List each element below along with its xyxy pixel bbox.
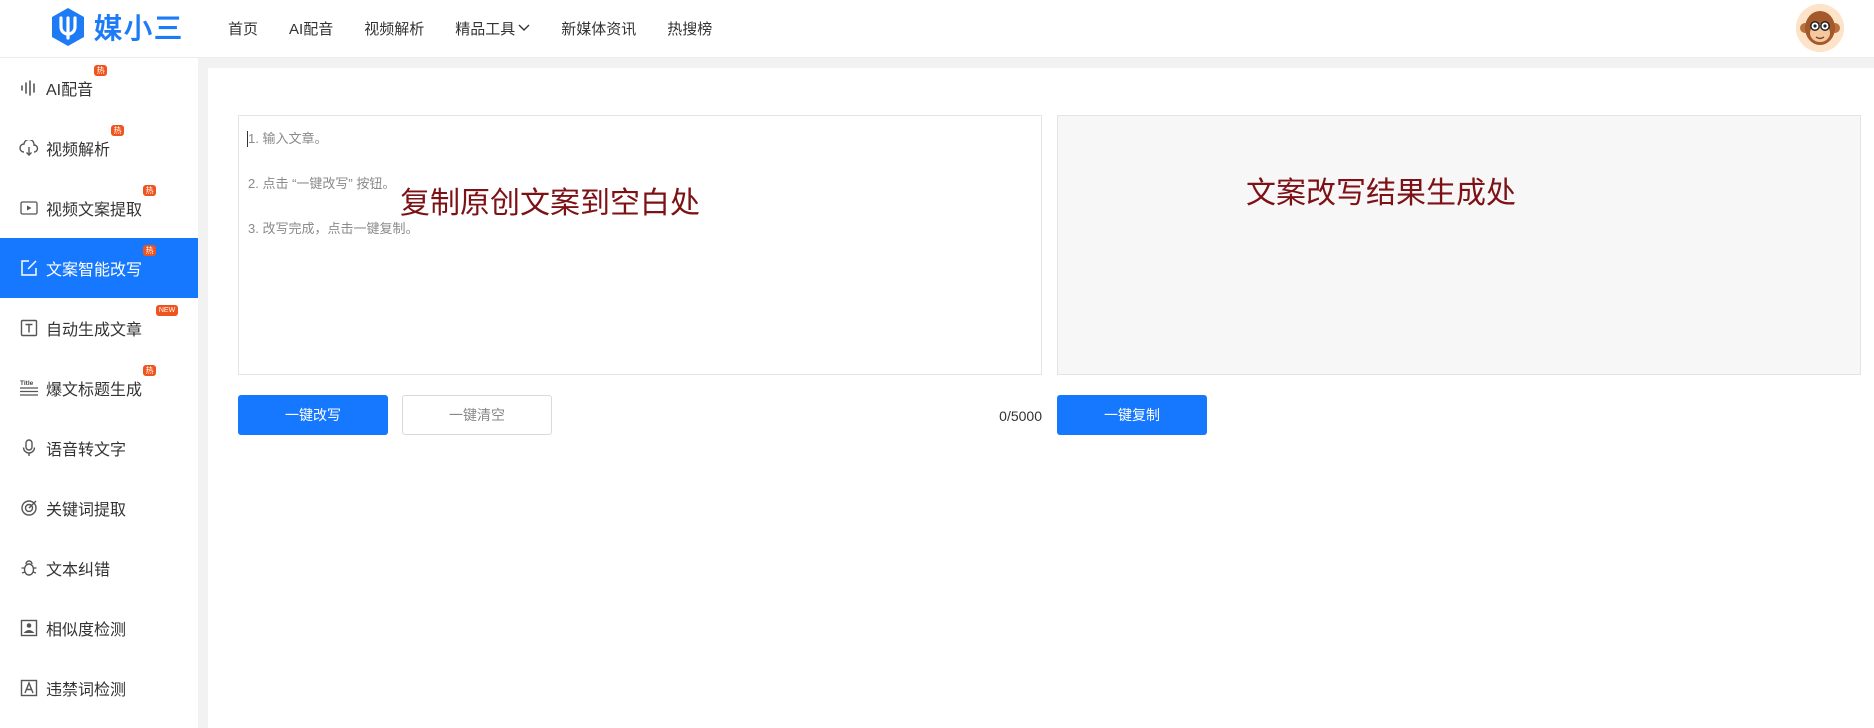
placeholder-line: 3. 改写完成，点击一键复制。 [248, 221, 419, 236]
nav-media-news[interactable]: 新媒体资讯 [561, 18, 636, 39]
sidebar-item-label: 视频解析热 [46, 125, 125, 160]
title-icon: Title [19, 378, 39, 398]
sidebar-item-viral-title[interactable]: Title 爆文标题生成热 [0, 358, 198, 418]
input-hint-overlay: 复制原创文案到空白处 [400, 187, 700, 220]
nav-label: 新媒体资讯 [561, 20, 637, 38]
source-text-input[interactable]: 1. 输入文章。 2. 点击 “一键改写” 按钮。 3. 改写完成，点击一键复制… [238, 115, 1042, 375]
logo-icon [52, 8, 84, 46]
nav-ai-dubbing[interactable]: AI配音 [289, 18, 333, 39]
nav-label: AI配音 [289, 20, 334, 38]
label-text: 视频文案提取 [46, 202, 143, 219]
nav-label: 热搜榜 [667, 20, 713, 38]
clear-button[interactable]: 一键清空 [402, 395, 552, 435]
sidebar-item-video-copy-extract[interactable]: 视频文案提取热 [0, 178, 198, 238]
sidebar-item-keyword-extract[interactable]: 关键词提取 [0, 478, 198, 538]
result-output-box[interactable]: 文案改写结果生成处 [1057, 115, 1861, 375]
label-text: 文案智能改写 [46, 262, 143, 279]
sidebar-item-label: 爆文标题生成热 [46, 365, 157, 400]
text-box-icon [19, 318, 39, 338]
placeholder-line: 1. 输入文章。 [248, 131, 328, 146]
svg-text:Title: Title [20, 380, 34, 387]
video-icon [19, 198, 39, 218]
label-text: 相似度检测 [46, 622, 127, 639]
logo-text: 媒小三 [94, 12, 185, 45]
nav-hot-search[interactable]: 热搜榜 [667, 18, 712, 39]
char-counter: 0/5000 [999, 408, 1042, 424]
sidebar-item-forbidden-words[interactable]: 违禁词检测 [0, 658, 198, 718]
bug-icon [19, 558, 39, 578]
rewrite-button[interactable]: 一键改写 [238, 395, 388, 435]
sidebar-item-speech-to-text[interactable]: 语音转文字 [0, 418, 198, 478]
sidebar-item-text-correction[interactable]: 文本纠错 [0, 538, 198, 598]
label-text: 违禁词检测 [46, 682, 127, 699]
nav-label: 精品工具 [455, 20, 516, 38]
chevron-down-icon [518, 24, 530, 31]
nav-label: 首页 [228, 20, 259, 38]
output-hint-overlay: 文案改写结果生成处 [1246, 177, 1516, 210]
sidebar-item-auto-article[interactable]: 自动生成文章 NEW [0, 298, 198, 358]
edit-icon [19, 258, 39, 278]
target-icon [19, 498, 39, 518]
hot-badge: 热 [143, 245, 157, 256]
label-text: 爆文标题生成 [46, 382, 143, 399]
sidebar-item-label: 文案智能改写热 [46, 245, 157, 280]
sidebar: AI配音热 视频解析热 视频文案提取热 文案智能改写热 自动生成文章 NEW Ti… [0, 58, 198, 728]
user-avatar[interactable] [1796, 4, 1844, 52]
sidebar-item-video-parse[interactable]: 视频解析热 [0, 118, 198, 178]
forbidden-word-icon [19, 678, 39, 698]
label-text: 视频解析 [46, 142, 111, 159]
hot-badge: 热 [94, 65, 108, 76]
hot-badge: 热 [111, 125, 125, 136]
top-header: 媒小三 首页 AI配音 视频解析 精品工具 新媒体资讯 热搜榜 [0, 0, 1874, 58]
nav-label: 视频解析 [364, 20, 425, 38]
sidebar-item-similarity-check[interactable]: 相似度检测 [0, 598, 198, 658]
nav-video-parse[interactable]: 视频解析 [364, 18, 424, 39]
main-panel: 1. 输入文章。 2. 点击 “一键改写” 按钮。 3. 改写完成，点击一键复制… [208, 68, 1874, 728]
sidebar-item-label: 语音转文字 [46, 436, 126, 460]
sidebar-item-label: 文本纠错 [46, 556, 110, 580]
label-text: 关键词提取 [46, 502, 127, 519]
nav-home[interactable]: 首页 [228, 18, 258, 39]
sidebar-item-label: 自动生成文章 NEW [46, 305, 179, 340]
hot-badge: 热 [143, 365, 157, 376]
new-badge: NEW [156, 305, 179, 316]
sidebar-item-smart-rewrite[interactable]: 文案智能改写热 [0, 238, 198, 298]
label-text: 语音转文字 [46, 442, 127, 459]
image-compare-icon [19, 618, 39, 638]
label-text: AI配音 [46, 82, 94, 99]
cloud-download-icon [19, 138, 39, 158]
label-text: 自动生成文章 [46, 322, 143, 339]
sidebar-item-label: 视频文案提取热 [46, 185, 157, 220]
nav-premium-tools[interactable]: 精品工具 [455, 18, 530, 39]
copy-button[interactable]: 一键复制 [1057, 395, 1207, 435]
logo[interactable]: 媒小三 [50, 7, 184, 47]
monkey-avatar-icon [1796, 4, 1844, 52]
placeholder-line: 2. 点击 “一键改写” 按钮。 [248, 176, 396, 191]
hot-badge: 热 [143, 185, 157, 196]
sidebar-item-label: 关键词提取 [46, 496, 126, 520]
sidebar-item-label: 相似度检测 [46, 616, 126, 640]
label-text: 文本纠错 [46, 562, 111, 579]
waveform-icon [19, 78, 39, 98]
sidebar-item-ai-dubbing[interactable]: AI配音热 [0, 58, 198, 118]
top-nav: 首页 AI配音 视频解析 精品工具 新媒体资讯 热搜榜 [228, 0, 743, 56]
sidebar-item-label: 违禁词检测 [46, 676, 126, 700]
sidebar-item-label: AI配音热 [46, 65, 108, 100]
microphone-icon [19, 438, 39, 458]
